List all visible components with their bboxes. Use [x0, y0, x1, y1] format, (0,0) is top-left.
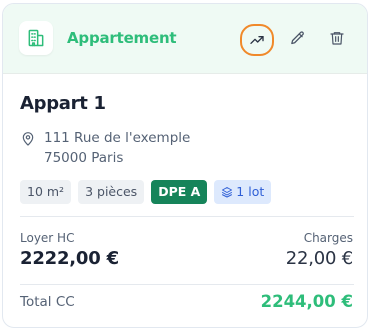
address-line-2: 75000 Paris	[44, 150, 124, 166]
divider	[20, 284, 354, 285]
charges-label: Charges	[303, 231, 353, 245]
surface-tag: 10 m²	[20, 180, 72, 204]
trending-up-icon	[250, 36, 264, 44]
layers-icon	[222, 187, 233, 198]
trash-icon	[330, 32, 344, 45]
card-header: Appartement	[3, 4, 367, 74]
delete-button[interactable]	[321, 22, 353, 54]
rent-value: 2222,00 €	[20, 248, 119, 269]
property-type-icon-box	[19, 21, 53, 55]
map-pin-icon	[22, 132, 34, 146]
lots-tag: 1 lot	[214, 180, 272, 204]
property-title: Appart 1	[20, 93, 106, 114]
property-tags: 10 m² 3 pièces DPE A 1 lot	[20, 180, 272, 204]
rooms-tag: 3 pièces	[78, 180, 145, 204]
property-card: Appartement Appart 1 111 Rue de l'exempl…	[2, 3, 368, 328]
stats-button[interactable]	[240, 24, 274, 56]
charges-value: 22,00 €	[285, 248, 354, 269]
divider	[20, 216, 354, 217]
total-value: 2244,00 €	[260, 292, 353, 311]
dpe-badge: DPE A	[151, 180, 208, 204]
total-label: Total CC	[20, 294, 75, 310]
property-type-label: Appartement	[67, 29, 177, 47]
rent-label: Loyer HC	[20, 231, 75, 245]
lots-label: 1 lot	[236, 184, 265, 199]
pencil-icon	[290, 30, 304, 44]
building-icon	[28, 29, 44, 47]
edit-button[interactable]	[281, 22, 313, 54]
address-line-1: 111 Rue de l'exemple	[44, 130, 191, 146]
